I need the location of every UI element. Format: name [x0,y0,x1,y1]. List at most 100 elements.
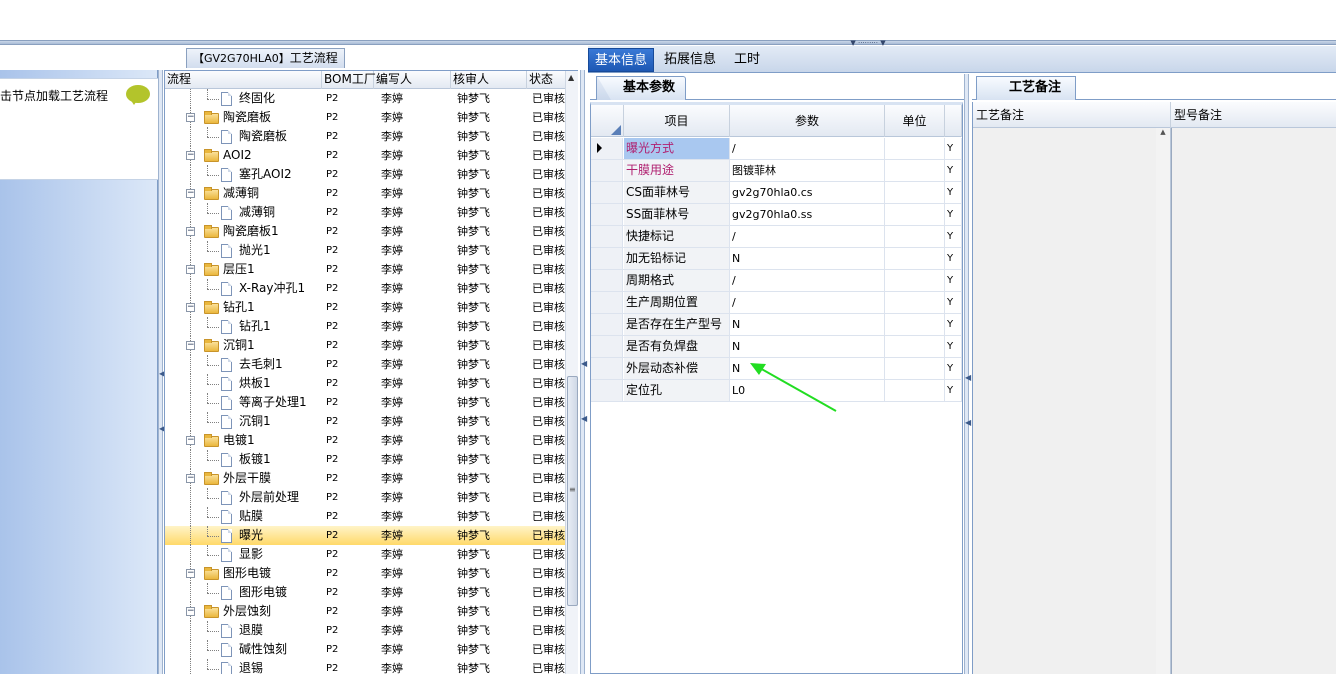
col-header-writer[interactable]: 编写人 [374,71,451,89]
tree-node-name[interactable]: − 钻孔1 [165,298,321,317]
tab-process-notes[interactable]: 工艺备注 [976,76,1077,100]
param-value[interactable]: / [730,270,885,291]
param-row[interactable]: 干膜用途 图镀菲林 Y [591,160,962,182]
tree-row[interactable]: 减薄铜 P2 李婷 钟梦飞 已审核 [165,203,565,222]
param-value[interactable]: N [730,314,885,335]
collapse-left-icon-2[interactable]: ◀ [159,425,165,433]
tab-work-hours[interactable]: 工时 [728,48,766,72]
param-value[interactable]: N [730,248,885,269]
param-unit[interactable] [885,358,945,379]
collapse-middle-icon[interactable]: ◀ [581,360,587,368]
param-unit[interactable] [885,270,945,291]
tree-row[interactable]: − 钻孔1 P2 李婷 钟梦飞 已审核 [165,298,565,317]
row-selector[interactable] [591,204,623,225]
collapse-right-icon-2[interactable]: ◀ [965,419,971,427]
param-row[interactable]: SS面菲林号 gv2g70hla0.ss Y [591,204,962,226]
tree-node-name[interactable]: − 陶瓷磨板 [165,108,321,127]
tree-row[interactable]: X-Ray冲孔1 P2 李婷 钟梦飞 已审核 [165,279,565,298]
process-tree-grid[interactable]: 流程 BOM工厂 编写人 核审人 状态 终固化 P2 李婷 钟梦飞 已审核 − 陶瓷磨板 P2… [164,70,578,674]
row-selector[interactable] [591,380,623,401]
tree-node-name[interactable]: 钻孔1 [165,317,321,336]
tree-node-name[interactable]: 图形电镀 [165,583,321,602]
tree-node-name[interactable]: − 外层干膜 [165,469,321,488]
param-unit[interactable] [885,292,945,313]
param-value[interactable]: gv2g70hla0.cs [730,182,885,203]
collapse-node-icon[interactable]: − [186,569,195,578]
tree-node-name[interactable]: − 外层蚀刻 [165,602,321,621]
tree-row[interactable]: 陶瓷磨板 P2 李婷 钟梦飞 已审核 [165,127,565,146]
param-row[interactable]: 加无铅标记 N Y [591,248,962,270]
row-selector[interactable] [591,138,623,159]
tree-row[interactable]: 等离子处理1 P2 李婷 钟梦飞 已审核 [165,393,565,412]
tree-node-name[interactable]: − 减薄铜 [165,184,321,203]
collapse-node-icon[interactable]: − [186,151,195,160]
param-unit[interactable] [885,182,945,203]
tree-node-name[interactable]: 碱性蚀刻 [165,640,321,659]
col-header-item[interactable]: 项目 [624,105,730,137]
tree-node-name[interactable]: − 沉铜1 [165,336,321,355]
tree-row[interactable]: 图形电镀 P2 李婷 钟梦飞 已审核 [165,583,565,602]
param-unit[interactable] [885,336,945,357]
tree-row[interactable]: − 电镀1 P2 李婷 钟梦飞 已审核 [165,431,565,450]
row-selector[interactable] [591,160,623,181]
collapse-right-icon[interactable]: ◀ [965,374,971,382]
tree-node-name[interactable]: 退锡 [165,659,321,674]
param-value[interactable]: N [730,336,885,357]
tree-node-name[interactable]: 抛光1 [165,241,321,260]
row-selector[interactable] [591,292,623,313]
tree-row[interactable]: 碱性蚀刻 P2 李婷 钟梦飞 已审核 [165,640,565,659]
row-selector[interactable] [591,358,623,379]
tree-node-name[interactable]: 塞孔AOI2 [165,165,321,184]
tree-node-name[interactable]: 减薄铜 [165,203,321,222]
tree-node-name[interactable]: 沉铜1 [165,412,321,431]
param-unit[interactable] [885,380,945,401]
col-header-process-notes[interactable]: 工艺备注 [973,102,1171,128]
param-row[interactable]: CS面菲林号 gv2g70hla0.cs Y [591,182,962,204]
tree-row[interactable]: − 陶瓷磨板1 P2 李婷 钟梦飞 已审核 [165,222,565,241]
tab-basic-info[interactable]: 基本信息 [588,48,655,72]
row-selector[interactable] [591,336,623,357]
collapse-node-icon[interactable]: − [186,303,195,312]
tree-row[interactable]: 退膜 P2 李婷 钟梦飞 已审核 [165,621,565,640]
collapse-middle-icon-2[interactable]: ◀ [581,415,587,423]
collapse-node-icon[interactable]: − [186,265,195,274]
tree-row[interactable]: 板镀1 P2 李婷 钟梦飞 已审核 [165,450,565,469]
tree-node-name[interactable]: − 陶瓷磨板1 [165,222,321,241]
tree-node-name[interactable]: 陶瓷磨板 [165,127,321,146]
row-selector[interactable] [591,270,623,291]
tree-scrollbar[interactable]: ▲ ≡ [565,71,578,674]
tree-row[interactable]: 沉铜1 P2 李婷 钟梦飞 已审核 [165,412,565,431]
tree-row[interactable]: 曝光 P2 李婷 钟梦飞 已审核 [165,526,565,545]
col-header-param[interactable]: 参数 [730,105,885,137]
tree-node-name[interactable]: 去毛刺1 [165,355,321,374]
tree-row[interactable]: 显影 P2 李婷 钟梦飞 已审核 [165,545,565,564]
tree-node-name[interactable]: 板镀1 [165,450,321,469]
tree-node-name[interactable]: 显影 [165,545,321,564]
process-notes-cell[interactable] [973,128,1171,674]
collapse-node-icon[interactable]: − [186,607,195,616]
tree-node-name[interactable]: − 图形电镀 [165,564,321,583]
splitter-grip-icon[interactable]: ▼ ········· ▼ [836,40,900,47]
row-selector-header[interactable] [591,105,624,137]
param-value[interactable]: 图镀菲林 [730,160,885,181]
param-value[interactable]: / [730,292,885,313]
param-unit[interactable] [885,204,945,225]
collapse-node-icon[interactable]: − [186,189,195,198]
right-splitter[interactable]: ◀ ◀ [964,74,971,674]
tree-row[interactable]: − 减薄铜 P2 李婷 钟梦飞 已审核 [165,184,565,203]
tree-row[interactable]: 终固化 P2 李婷 钟梦飞 已审核 [165,89,565,108]
param-row[interactable]: 是否存在生产型号 N Y [591,314,962,336]
tree-node-name[interactable]: − AOI2 [165,146,321,165]
tree-node-name[interactable]: 烘板1 [165,374,321,393]
param-unit[interactable] [885,160,945,181]
tree-node-name[interactable]: X-Ray冲孔1 [165,279,321,298]
notes-scrollbar[interactable]: ▲ [1156,128,1170,674]
row-selector[interactable] [591,226,623,247]
tree-row[interactable]: 外层前处理 P2 李婷 钟梦飞 已审核 [165,488,565,507]
param-value[interactable]: / [730,226,885,247]
tree-row[interactable]: − 沉铜1 P2 李婷 钟梦飞 已审核 [165,336,565,355]
tree-row[interactable]: − 陶瓷磨板 P2 李婷 钟梦飞 已审核 [165,108,565,127]
col-header-model-notes[interactable]: 型号备注 [1171,102,1336,128]
collapse-left-icon[interactable]: ◀ [159,370,165,378]
left-splitter[interactable]: ◀ ◀ [158,70,165,674]
